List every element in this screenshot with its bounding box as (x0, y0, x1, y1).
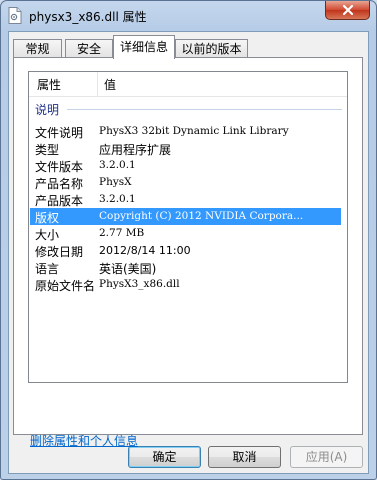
property-name: 类型 (35, 143, 60, 157)
properties-window: physx3_x86.dll 属性 常规 安全 详细信息 以前的版本 属性 值 … (0, 0, 377, 480)
tab-general[interactable]: 常规 (13, 39, 62, 59)
property-name: 原始文件名 (35, 279, 96, 293)
ok-button[interactable]: 确定 (128, 446, 201, 468)
remove-properties-link[interactable]: 删除属性和个人信息 (30, 432, 138, 449)
list-header: 属性 值 (29, 72, 347, 97)
tab-previous-versions-label: 以前的版本 (181, 42, 242, 56)
dll-file-icon (8, 7, 22, 24)
tab-details-label: 详细信息 (119, 40, 168, 54)
apply-button[interactable]: 应用(A) (290, 446, 363, 468)
window-title: physx3_x86.dll 属性 (29, 10, 147, 24)
property-name: 语言 (35, 262, 60, 276)
column-header-property[interactable]: 属性 (37, 76, 61, 93)
tab-security[interactable]: 安全 (65, 39, 113, 59)
tab-security-label: 安全 (76, 42, 101, 56)
property-name: 产品版本 (35, 194, 84, 208)
list-item[interactable]: 原始文件名 PhysX3_x86.dll (30, 276, 341, 293)
dialog-client-area: 常规 安全 详细信息 以前的版本 属性 值 说明 文件说明 PhysX3 32b… (8, 31, 369, 474)
details-list[interactable]: 属性 值 说明 文件说明 PhysX3 32bit Dynamic Link L… (28, 71, 348, 383)
property-value: Copyright (C) 2012 NVIDIA Corpora... (99, 210, 304, 222)
property-value: PhysX (99, 176, 132, 188)
property-name: 文件说明 (35, 126, 84, 140)
list-item[interactable]: 产品版本 3.2.0.1 (30, 191, 341, 208)
property-name: 大小 (35, 228, 60, 242)
tab-details[interactable]: 详细信息 (113, 35, 175, 59)
list-item[interactable]: 类型 应用程序扩展 (30, 140, 341, 157)
column-header-value[interactable]: 值 (104, 76, 116, 93)
tab-general-label: 常规 (25, 42, 50, 56)
property-value: 2.77 MB (99, 227, 145, 239)
close-icon (342, 4, 354, 16)
property-value: 3.2.0.1 (99, 193, 136, 205)
list-item[interactable]: 大小 2.77 MB (30, 225, 341, 242)
list-item[interactable]: 文件版本 3.2.0.1 (30, 157, 341, 174)
column-divider[interactable] (97, 72, 98, 96)
property-value: 英语(美国) (99, 262, 157, 276)
property-value: PhysX3 32bit Dynamic Link Library (99, 125, 289, 137)
list-item[interactable]: 文件说明 PhysX3 32bit Dynamic Link Library (30, 123, 341, 140)
property-value: 3.2.0.1 (99, 159, 136, 171)
property-value: 2012/8/14 11:00 (99, 244, 191, 257)
property-name: 修改日期 (35, 245, 84, 259)
list-item-selected[interactable]: 版权 Copyright (C) 2012 NVIDIA Corpora... (30, 208, 341, 225)
property-value: 应用程序扩展 (99, 143, 172, 157)
property-name: 文件版本 (35, 160, 84, 174)
property-name: 产品名称 (35, 177, 84, 191)
group-label-description: 说明 (35, 103, 60, 117)
property-name: 版权 (35, 211, 60, 225)
list-item[interactable]: 修改日期 2012/8/14 11:00 (30, 242, 341, 259)
tab-previous-versions[interactable]: 以前的版本 (175, 39, 248, 59)
details-tab-panel: 属性 值 说明 文件说明 PhysX3 32bit Dynamic Link L… (13, 57, 363, 448)
close-button[interactable] (325, 1, 370, 20)
property-value: PhysX3_x86.dll (99, 278, 180, 290)
list-item[interactable]: 产品名称 PhysX (30, 174, 341, 191)
title-bar[interactable]: physx3_x86.dll 属性 (1, 1, 376, 31)
list-item[interactable]: 语言 英语(美国) (30, 259, 341, 276)
group-divider (67, 109, 342, 110)
cancel-button[interactable]: 取消 (208, 446, 281, 468)
